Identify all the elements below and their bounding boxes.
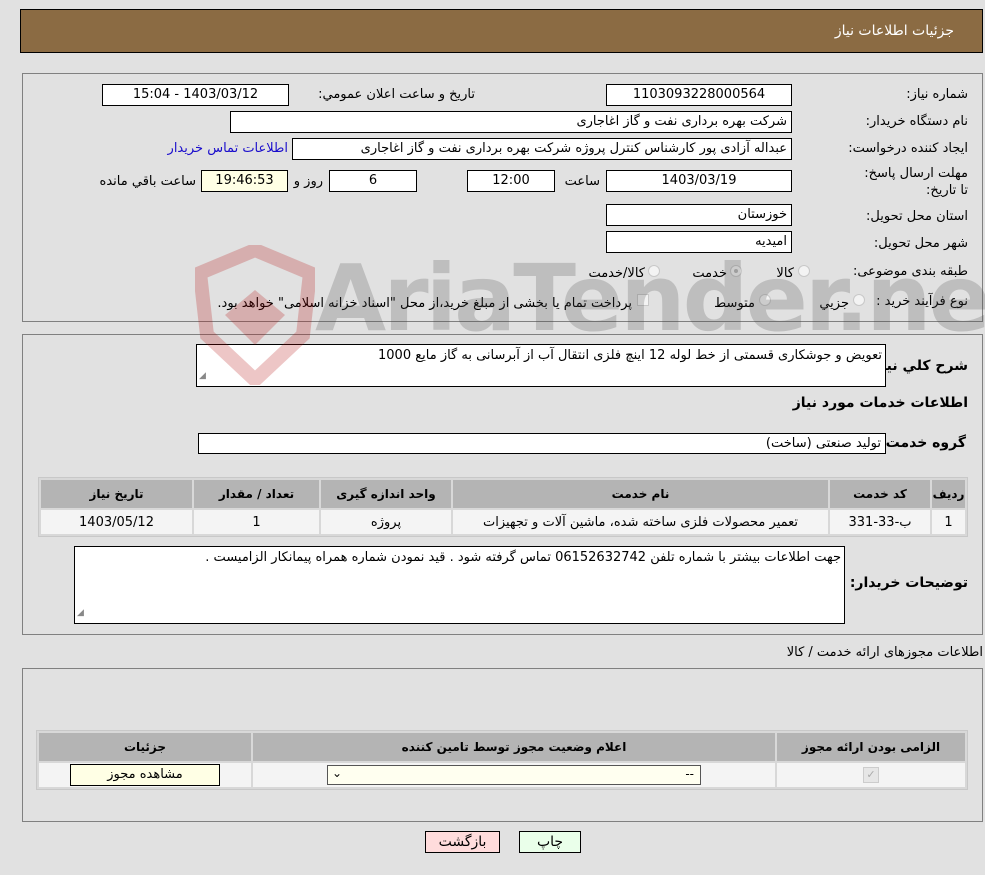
deadline-time-label: ساعت [564,174,600,189]
licenses-table: الزامی بودن ارائه مجوز اعلام وضعیت مجوز … [36,730,968,790]
buyer-notes-text: جهت اطلاعات بیشتر با شماره تلفن 06152632… [205,550,841,565]
purchase-medium-label: متوسط [714,296,755,311]
province-label: استان محل تحویل: [866,209,968,224]
city-field: امیدیه [606,231,792,253]
purchase-type-label: نوع فرآیند خرید : [876,294,968,309]
resize-handle-icon[interactable]: ◢ [199,367,206,385]
col-row-number: ردیف [932,480,965,508]
category-goods-service-radio[interactable] [648,265,660,277]
buyer-contact-link[interactable]: اطلاعات تماس خریدار [168,141,288,156]
service-group-field: تولید صنعتی (ساخت) [198,433,886,454]
announce-label: تاریخ و ساعت اعلان عمومي: [318,87,475,102]
description-text: تعویض و جوشکاری قسمتی از خط لوله 12 اینچ… [378,348,882,363]
services-table-header: ردیف کد خدمت نام خدمت واحد اندازه گیری ت… [41,480,965,508]
creator-field: عبداله آزادی پور کارشناس کنترل پروژه شرک… [292,138,792,160]
view-license-button[interactable]: مشاهده مجوز [70,764,220,786]
description-textarea[interactable]: تعویض و جوشکاری قسمتی از خط لوله 12 اینچ… [196,344,886,387]
category-label: طبقه بندی موضوعی: [852,264,968,279]
deadline-date-field: 1403/03/19 [606,170,792,192]
category-goods-label: کالا [776,266,794,281]
deadline-label: مهلت ارسال پاسخ: تا تاریخ: [864,166,968,198]
resize-handle-icon[interactable]: ◢ [77,604,84,622]
service-group-label: گروه خدمت: [880,435,966,451]
purchase-medium-radio[interactable] [759,294,771,306]
purchase-partial-label: جزيي [819,296,849,311]
col-unit: واحد اندازه گیری [321,480,451,508]
license-status-select[interactable]: -- ⌄ [327,765,701,785]
remaining-days-field: 6 [329,170,417,192]
back-button[interactable]: بازگشت [425,831,500,853]
print-button[interactable]: چاپ [519,831,581,853]
licenses-panel: الزامی بودن ارائه مجوز اعلام وضعیت مجوز … [22,668,983,822]
remaining-time-field: 19:46:53 [201,170,288,192]
deadline-time-field: 12:00 [467,170,555,192]
chevron-down-icon: ⌄ [332,766,343,780]
cell-quantity: 1 [194,510,319,534]
col-service-code: کد خدمت [830,480,930,508]
creator-label: ایجاد کننده درخواست: [848,141,968,156]
page-title: جزئیات اطلاعات نیاز [834,23,954,39]
category-goods-service-label: کالا/خدمت [588,266,645,281]
cell-unit: پروژه [321,510,451,534]
licenses-section-title: اطلاعات مجوزهای ارائه خدمت / کالا [786,645,983,660]
license-status-value: -- [685,767,694,781]
category-service-radio[interactable] [730,265,742,277]
category-goods-radio[interactable] [798,265,810,277]
need-number-field: 1103093228000564 [606,84,792,106]
cell-license-status: -- ⌄ [253,763,775,787]
province-field: خوزستان [606,204,792,226]
need-info-panel: شماره نیاز: 1103093228000564 تاریخ و ساع… [22,73,983,322]
category-service-label: خدمت [692,266,727,281]
cell-row-number: 1 [932,510,965,534]
buyer-notes-label: توضیحات خریدار: [849,575,968,591]
buyer-notes-textarea[interactable]: جهت اطلاعات بیشتر با شماره تلفن 06152632… [74,546,845,624]
col-service-name: نام خدمت [453,480,828,508]
page-header: جزئیات اطلاعات نیاز [20,9,983,53]
city-label: شهر محل تحویل: [873,236,968,251]
cell-service-name: تعمیر محصولات فلزی ساخته شده، ماشین آلات… [453,510,828,534]
announce-datetime-field: 1403/03/12 - 15:04 [102,84,289,106]
col-license-status: اعلام وضعیت مجوز توسط تامین کننده [253,733,775,761]
remaining-time-label: ساعت باقي مانده [99,174,196,189]
cell-license-required: ✓ [777,763,965,787]
col-quantity: تعداد / مقدار [194,480,319,508]
cell-need-date: 1403/05/12 [41,510,192,534]
treasury-checkbox[interactable] [637,294,649,306]
days-label: روز و [293,174,323,189]
cell-license-details: مشاهده مجوز [39,763,251,787]
services-table: ردیف کد خدمت نام خدمت واحد اندازه گیری ت… [38,477,968,537]
treasury-note: پرداخت تمام یا بخشی از مبلغ خرید،از محل … [217,296,632,311]
col-need-date: تاریخ نیاز [41,480,192,508]
licenses-table-header: الزامی بودن ارائه مجوز اعلام وضعیت مجوز … [39,733,965,761]
col-license-details: جزئیات [39,733,251,761]
table-row: 1 ب-33-331 تعمیر محصولات فلزی ساخته شده،… [41,510,965,534]
buyer-org-label: نام دستگاه خریدار: [865,114,968,129]
need-number-label: شماره نیاز: [906,87,968,102]
purchase-partial-radio[interactable] [853,294,865,306]
col-license-required: الزامی بودن ارائه مجوز [777,733,965,761]
license-required-checkbox[interactable]: ✓ [863,767,879,783]
services-panel: شرح کلي نیاز: تعویض و جوشکاری قسمتی از خ… [22,334,983,635]
cell-service-code: ب-33-331 [830,510,930,534]
services-section-title: اطلاعات خدمات مورد نیاز [792,395,968,411]
buyer-org-field: شرکت بهره برداری نفت و گاز اغاجاری [230,111,792,133]
table-row: ✓ -- ⌄ مشاهده مجوز [39,763,965,787]
